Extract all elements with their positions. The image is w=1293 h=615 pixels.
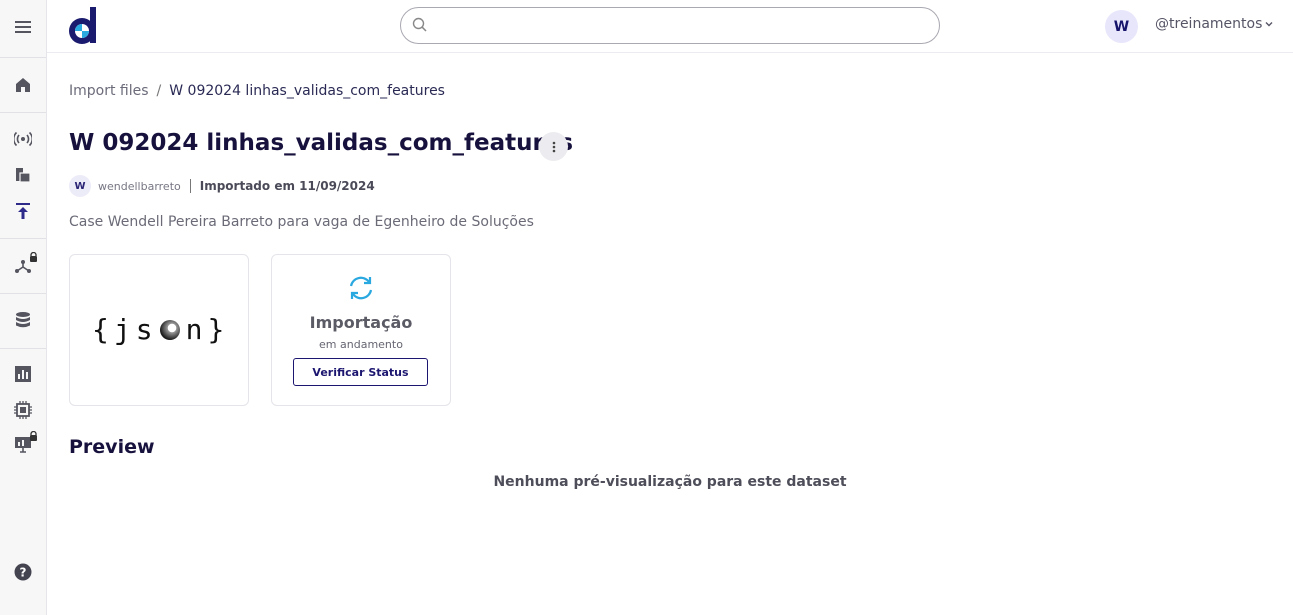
sidebar-item-streaming[interactable] [0, 122, 46, 156]
sidebar: ? [0, 0, 47, 615]
sidebar-item-files[interactable] [0, 158, 46, 192]
search-bar[interactable] [400, 7, 940, 44]
author-avatar: W [69, 175, 91, 197]
help-button[interactable]: ? [0, 555, 46, 589]
status-subtitle: em andamento [319, 338, 403, 351]
sidebar-item-reports[interactable] [0, 427, 46, 461]
page-title: W 092024 linhas_validas_com_features [69, 130, 574, 156]
breadcrumb-parent-link[interactable]: Import files [69, 83, 149, 99]
format-card: {j s n} [69, 254, 249, 406]
svg-text:?: ? [20, 566, 27, 580]
chevron-down-icon [1265, 22, 1273, 27]
dataset-meta: W wendellbarreto Importado em 11/09/2024 [69, 175, 375, 197]
sync-icon [349, 276, 373, 300]
status-title: Importação [309, 313, 413, 332]
home-icon [16, 78, 30, 92]
username-label: @treinamentos [1155, 16, 1263, 32]
user-avatar[interactable]: W [1105, 10, 1138, 43]
breadcrumb-current: W 092024 linhas_validas_com_features [169, 83, 445, 99]
lock-icon [30, 431, 37, 441]
more-options-button[interactable] [539, 132, 568, 161]
bar-chart-icon [15, 366, 31, 382]
datarisk-logo[interactable] [68, 7, 98, 45]
sidebar-item-home[interactable] [0, 68, 46, 102]
json-logo: {j s n} [92, 313, 230, 346]
more-vertical-icon [552, 141, 555, 152]
import-status-card: Importação em andamento Verificar Status [271, 254, 451, 406]
author-name: wendellbarreto [98, 179, 181, 193]
menu-button[interactable] [0, 10, 46, 44]
breadcrumb: Import files / W 092024 linhas_validas_c… [69, 83, 445, 99]
verify-status-button[interactable]: Verificar Status [293, 358, 428, 386]
dataset-description: Case Wendell Pereira Barreto para vaga d… [69, 214, 534, 230]
search-input[interactable] [435, 14, 925, 38]
broadcast-icon [14, 131, 32, 147]
preview-empty-message: Nenhuma pré-visualização para este datas… [493, 474, 847, 490]
import-date: Importado em 11/09/2024 [199, 179, 375, 193]
search-icon [412, 17, 427, 32]
preview-heading: Preview [69, 436, 155, 458]
chip-icon [14, 401, 32, 419]
sidebar-item-models[interactable] [0, 393, 46, 427]
sidebar-item-pipelines[interactable] [0, 248, 46, 282]
top-header: W @treinamentos [47, 0, 1293, 53]
user-menu[interactable]: @treinamentos [1155, 16, 1274, 32]
hamburger-menu-icon [15, 21, 31, 33]
sidebar-item-databases[interactable] [0, 303, 46, 337]
meta-divider [189, 179, 191, 193]
sidebar-item-dashboards[interactable] [0, 357, 46, 391]
sidebar-item-import[interactable] [0, 194, 46, 228]
lock-icon [30, 252, 37, 262]
documents-icon [16, 168, 31, 183]
breadcrumb-separator: / [156, 83, 162, 99]
help-icon: ? [14, 563, 32, 581]
database-icon [16, 312, 30, 328]
upload-icon [16, 203, 30, 219]
